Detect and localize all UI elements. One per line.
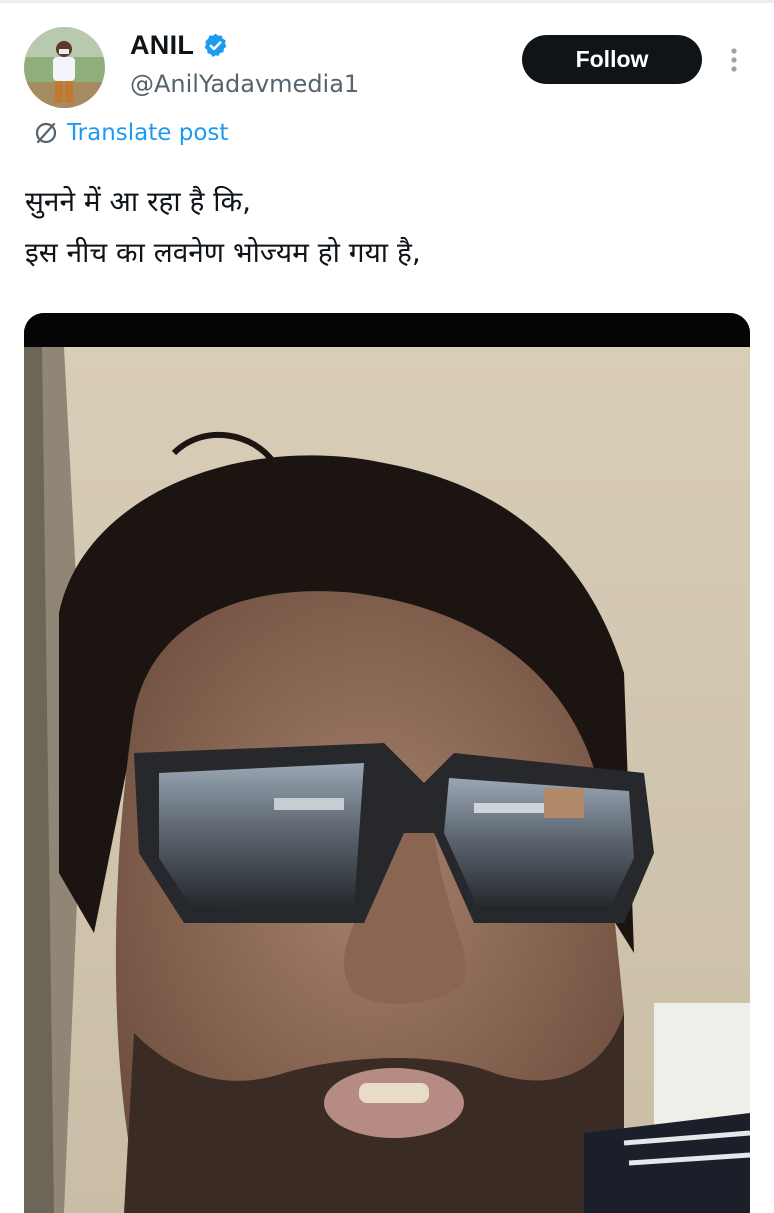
post-text: सुनने में आ रहा है कि, इस नीच का लवनेण भ… — [25, 185, 421, 269]
more-options-icon[interactable] — [724, 45, 744, 75]
follow-button[interactable]: Follow — [522, 35, 702, 84]
author-name-row: ANIL — [130, 30, 229, 61]
verified-badge-icon — [204, 33, 227, 57]
author-name[interactable]: ANIL — [130, 30, 194, 61]
avatar[interactable] — [24, 27, 105, 108]
author-handle[interactable]: @AnilYadavmedia1 — [130, 70, 359, 98]
translate-label: Translate post — [67, 120, 229, 146]
translate-icon — [35, 122, 57, 144]
video-frame-image — [24, 313, 750, 1213]
top-divider — [0, 0, 774, 3]
post-media[interactable] — [24, 313, 750, 1213]
translate-post-link[interactable]: Translate post — [33, 120, 228, 146]
